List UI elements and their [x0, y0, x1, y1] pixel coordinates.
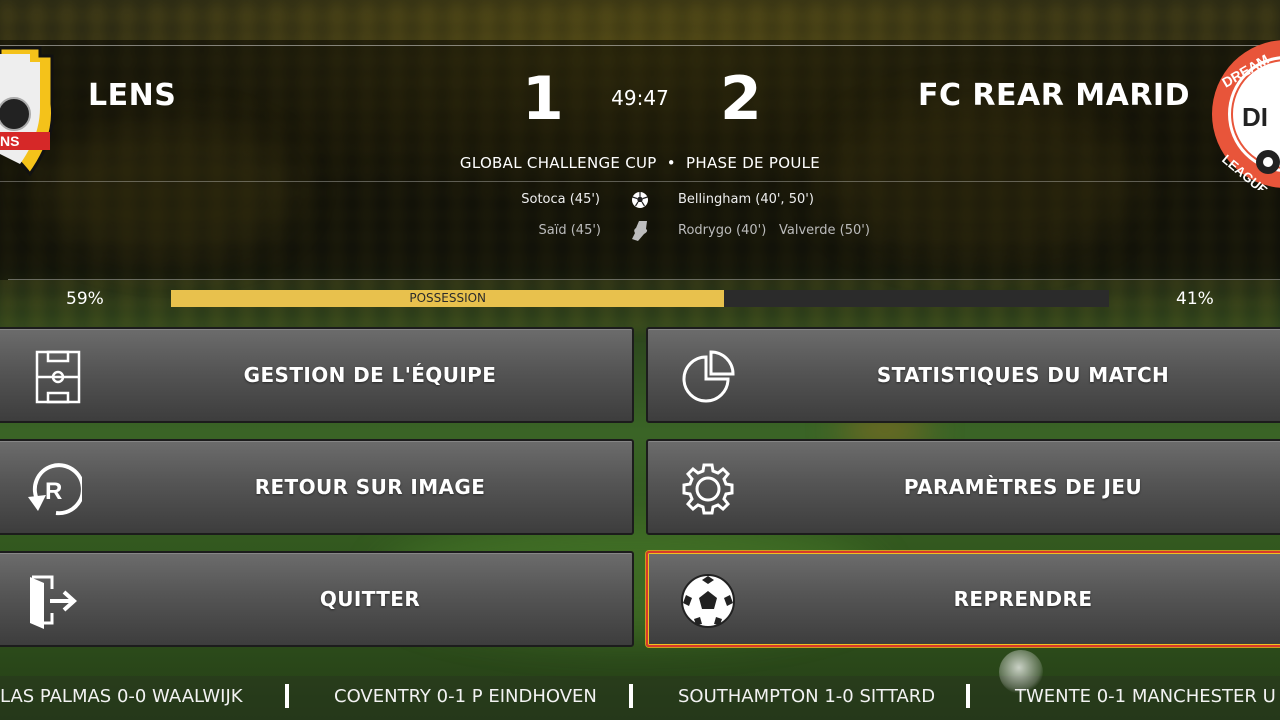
replay-label: RETOUR SUR IMAGE — [254, 475, 486, 499]
away-goal-scorers: Bellingham (40', 50') — [678, 192, 814, 207]
ticker-item: COVENTRY 0-1 P EINDHOVEN — [334, 686, 597, 707]
scoreboard-top-line — [0, 45, 1280, 46]
events-bottom-line — [8, 279, 1280, 280]
away-score: 2 — [720, 64, 762, 134]
home-card-players: Saïd (45') — [538, 223, 601, 238]
quit-label: QUITTER — [319, 587, 421, 611]
possession-track: POSSESSION — [171, 290, 1109, 307]
soccer-ball-icon — [632, 192, 648, 208]
resume-button[interactable]: REPRENDRE — [646, 551, 1280, 647]
game-settings-button[interactable]: PARAMÈTRES DE JEU — [646, 439, 1280, 535]
resume-label: REPRENDRE — [953, 587, 1093, 611]
ticker-item: LAS PALMAS 0-0 WAALWIJK — [0, 686, 243, 707]
replay-button[interactable]: R RETOUR SUR IMAGE — [0, 439, 634, 535]
home-team-name: LENS — [88, 78, 177, 113]
possession-label: POSSESSION — [409, 291, 487, 305]
ticker-separator — [966, 684, 970, 708]
home-goal-scorers: Sotoca (45') — [521, 192, 600, 207]
competition-label: GLOBAL CHALLENGE CUP • PHASE DE POULE — [459, 154, 821, 172]
away-possession-percent: 41% — [1176, 289, 1214, 309]
ticker-separator — [285, 684, 289, 708]
home-score: 1 — [522, 64, 564, 134]
away-card-player-2: Valverde (50') — [779, 223, 870, 238]
away-crest-initials: DI — [1242, 102, 1268, 132]
team-management-label: GESTION DE L'ÉQUIPE — [243, 363, 497, 387]
match-stats-label: STATISTIQUES DU MATCH — [876, 363, 1170, 387]
scoreboard-divider — [0, 181, 1280, 182]
ticker-item: SOUTHAMPTON 1-0 SITTARD — [678, 686, 936, 707]
ticker-item: TWENTE 0-1 MANCHESTER U — [1015, 686, 1276, 707]
game-settings-label: PARAMÈTRES DE JEU — [903, 475, 1143, 499]
team-management-button[interactable]: GESTION DE L'ÉQUIPE — [0, 327, 634, 423]
home-crest-text: NS — [0, 133, 19, 149]
match-stats-button[interactable]: STATISTIQUES DU MATCH — [646, 327, 1280, 423]
away-card-player-1: Rodrygo (40') — [678, 223, 767, 238]
ticker-separator — [629, 684, 633, 708]
match-clock: 49:47 — [611, 86, 669, 110]
boot-card-icon — [632, 221, 648, 241]
away-team-name: FC REAR MARID — [917, 78, 1190, 113]
quit-button[interactable]: QUITTER — [0, 551, 634, 647]
home-possession-percent: 59% — [66, 289, 104, 309]
